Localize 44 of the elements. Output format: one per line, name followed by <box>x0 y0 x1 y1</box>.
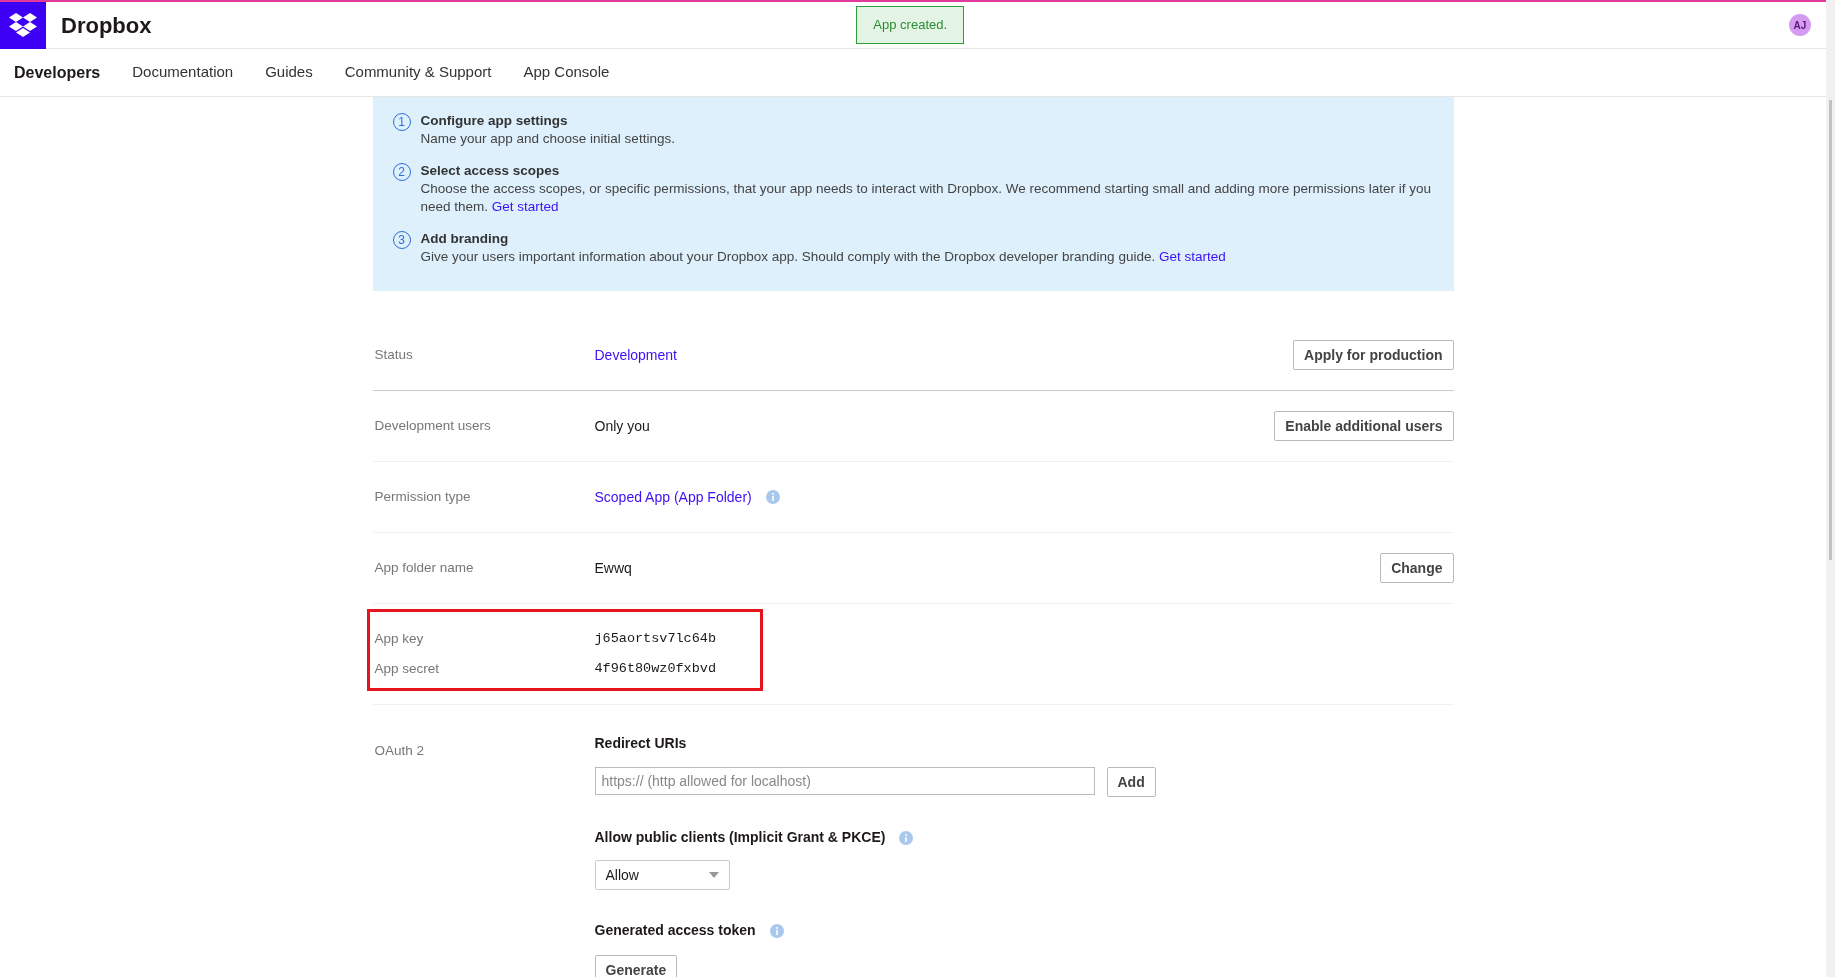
caret-icon <box>708 872 719 878</box>
credential-label: App key <box>373 629 425 648</box>
nav-link[interactable]: App Console <box>523 61 610 84</box>
step-title: Configure app settings <box>420 112 569 130</box>
setting-label: App folder name <box>373 558 475 577</box>
info-icon <box>899 830 914 845</box>
setting-button[interactable]: Change <box>1380 553 1454 583</box>
generate-button[interactable]: Generate <box>594 955 678 977</box>
nav-link[interactable]: Guides <box>265 61 313 84</box>
setting-value: Ewwq <box>594 558 632 578</box>
logo-tile[interactable] <box>0 1 46 49</box>
setting-link[interactable]: Development <box>594 344 677 366</box>
setting-value: Only you <box>594 416 650 436</box>
step-title: Select access scopes <box>420 162 561 180</box>
nav-link[interactable]: Documentation <box>132 61 234 84</box>
setting-link[interactable]: Scoped App (App Folder) <box>594 486 752 508</box>
credential-label: App secret <box>373 660 441 678</box>
box-logo-icon <box>8 12 38 38</box>
user-avatar[interactable]: AJ <box>1789 14 1811 36</box>
setting-button[interactable]: Enable additional users <box>1274 411 1454 441</box>
nav-link[interactable]: Developers <box>14 60 101 85</box>
add-button[interactable]: Add <box>1106 767 1156 797</box>
setting-label: OAuth 2 <box>373 742 426 760</box>
section-heading: Generated access token <box>594 921 756 940</box>
info-icon <box>769 923 784 938</box>
section-heading: Redirect URIs <box>594 734 688 753</box>
redirect-uri-field[interactable]: https:// (http allowed for localhost) <box>594 767 1095 795</box>
credential-value: 4f96t80wz0fxbvd <box>594 660 717 678</box>
get-started-link[interactable]: Get started <box>491 199 559 214</box>
setting-label: Permission type <box>373 487 472 506</box>
get-started-link[interactable]: Get started <box>1158 249 1226 264</box>
nav-link[interactable]: Community & Support <box>344 61 492 84</box>
toast-message: App created. <box>856 6 965 44</box>
step-description: Give your users important information about your Dropbox app. Should comply with the Dropbox developer branding guide. Get started <box>420 248 1226 266</box>
brand-name: Dropbox <box>61 11 152 40</box>
step-title: Add branding <box>420 230 510 248</box>
allow-dropdown[interactable]: Allow <box>594 860 730 890</box>
step-description: Choose the access scopes, or specific permissions, that your app needs to interact with Dropbox. We recommend starting small and adding more permissions later if you need them. Get started <box>420 180 1432 216</box>
credential-value: j65aortsv7lc64b <box>594 629 717 648</box>
setting-button[interactable]: Apply for production <box>1293 340 1454 370</box>
setting-label: Status <box>373 345 414 364</box>
step-description: Name your app and choose initial settings. <box>420 130 675 148</box>
setting-label: Development users <box>373 416 492 435</box>
section-heading: Allow public clients (Implicit Grant & PKCE) <box>594 828 886 847</box>
